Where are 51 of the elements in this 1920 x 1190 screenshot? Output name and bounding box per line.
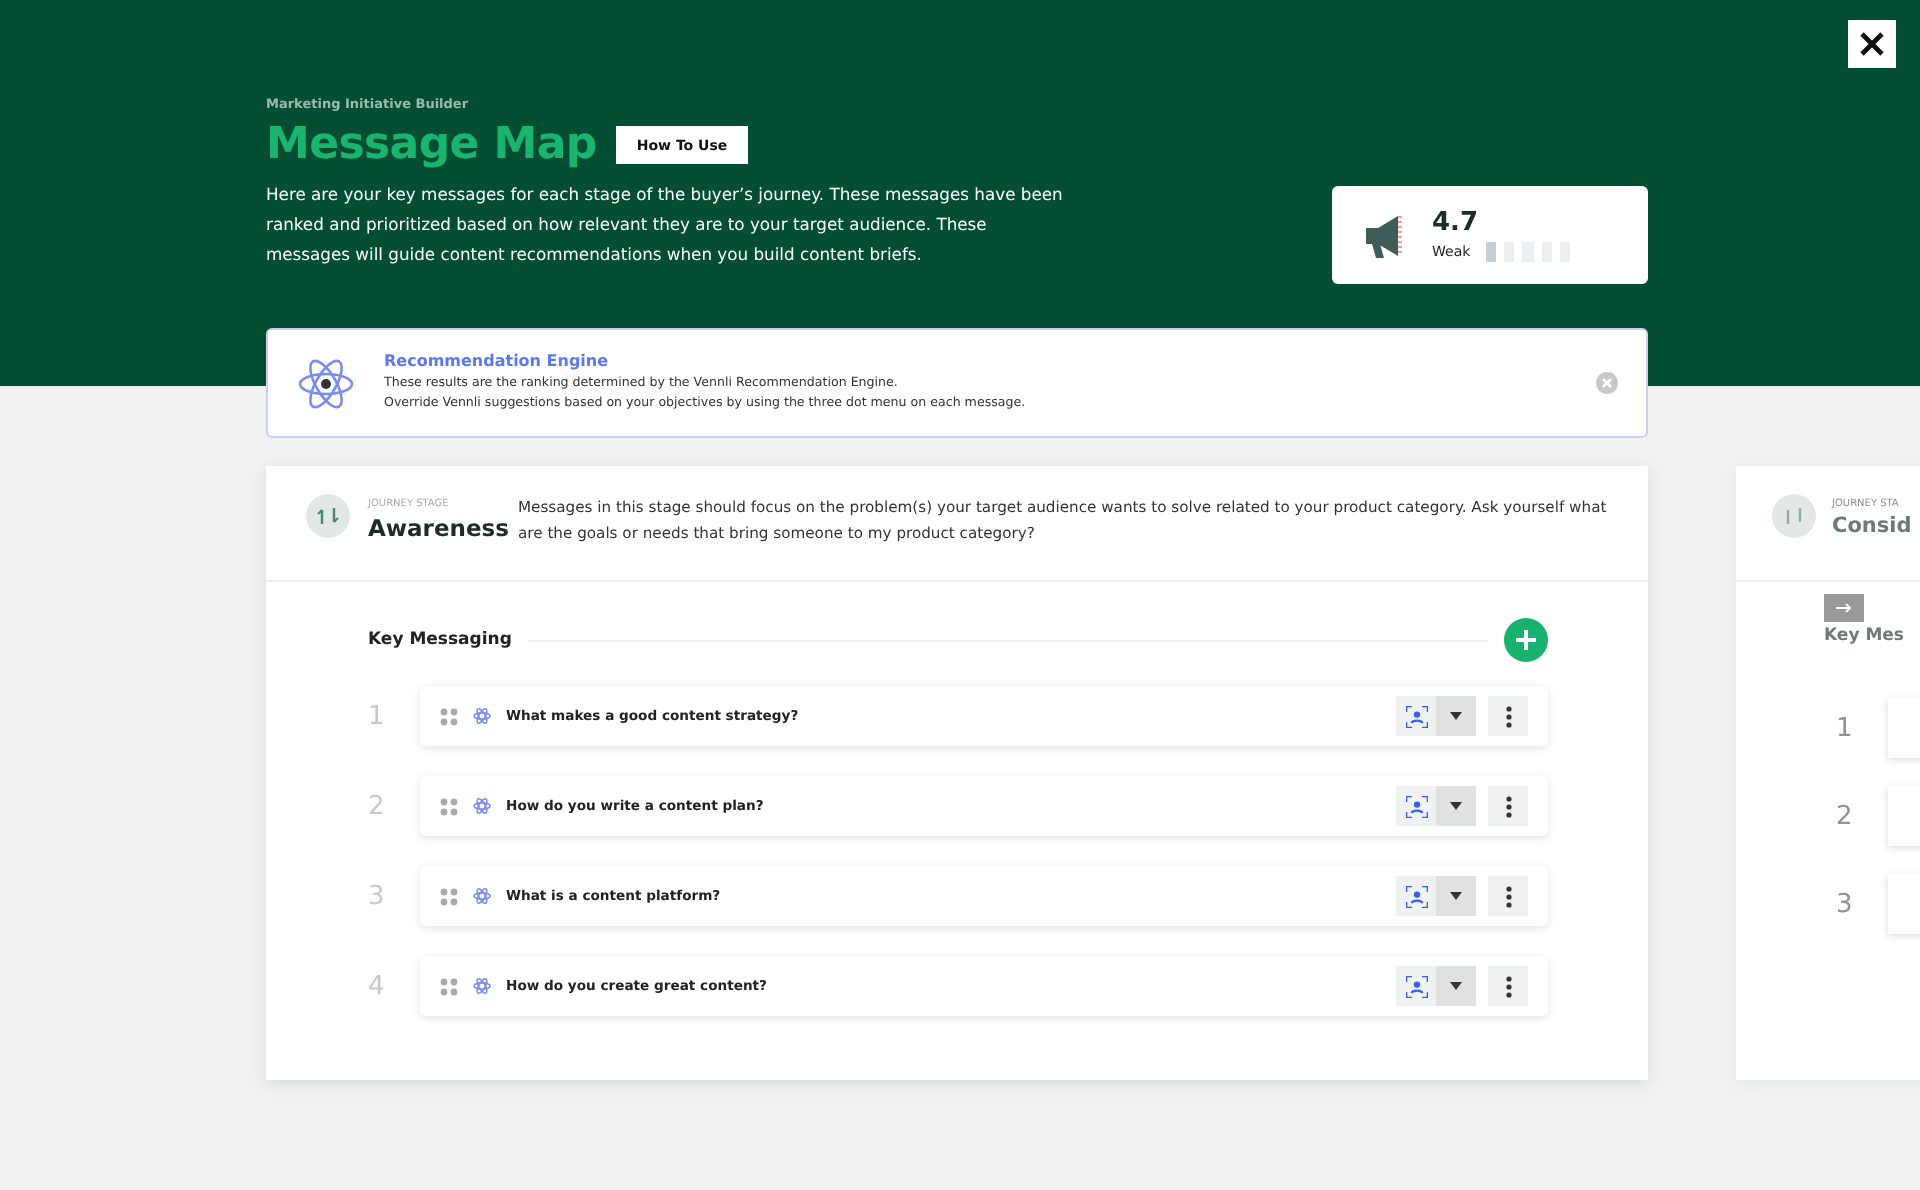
stage-icon [1772,494,1816,538]
add-button[interactable] [1504,618,1548,662]
persona-button[interactable] [1396,696,1436,736]
drag-handle-icon[interactable] [440,977,458,995]
person-focus-icon [1405,705,1427,727]
close-button[interactable] [1848,20,1896,68]
persona-button[interactable] [1396,966,1436,1006]
more-icon [1505,975,1511,997]
person-focus-icon [1405,975,1427,997]
drag-handle-icon[interactable] [440,797,458,815]
more-icon [1505,885,1511,907]
drag-handle-icon[interactable] [440,707,458,725]
score-value: 4.7 [1432,208,1481,238]
caret-icon [1450,982,1462,990]
drag-handle-icon[interactable] [440,887,458,905]
score-meter [1486,242,1579,262]
next-arrow-button[interactable] [1824,594,1864,622]
more-icon [1505,795,1511,817]
arrow-icon [1836,602,1852,614]
atom-icon [472,796,492,816]
dropdown-button[interactable] [1436,966,1476,1006]
more-button[interactable] [1488,696,1528,736]
atom-icon [472,886,492,906]
banner-title: Recommendation Engine [384,352,611,370]
person-focus-icon [1405,795,1427,817]
rank-number: 2 [1836,801,1855,831]
plus-icon [1516,630,1536,650]
caret-icon [1450,892,1462,900]
persona-button[interactable] [1396,786,1436,826]
person-focus-icon [1405,885,1427,907]
close-icon [1860,32,1884,56]
dropdown-button[interactable] [1436,696,1476,736]
more-button[interactable] [1488,966,1528,1006]
section-title: Key Mes [1824,626,1904,646]
rank-number: 3 [1836,889,1855,919]
caret-icon [1450,802,1462,810]
more-icon [1505,705,1511,727]
more-button[interactable] [1488,786,1528,826]
atom-icon [472,706,492,726]
more-button[interactable] [1488,876,1528,916]
dropdown-button[interactable] [1436,786,1476,826]
rank-number: 1 [1836,713,1855,743]
dropdown-button[interactable] [1436,876,1476,916]
caret-icon [1450,712,1462,720]
page-title: Message Map [266,120,597,170]
atom-icon [472,976,492,996]
stage-name: Consid [1832,514,1914,538]
stage-icon [306,494,350,538]
persona-button[interactable] [1396,876,1436,916]
page-description: Here are your key messages for each stage of the buyer’s journey. These messages have been ranked and prioritized based on how relevant they are to your target audience. These messages will guide content recommendations when you build content briefs. [266,182,1065,268]
section-title: Key Messaging [368,630,512,650]
